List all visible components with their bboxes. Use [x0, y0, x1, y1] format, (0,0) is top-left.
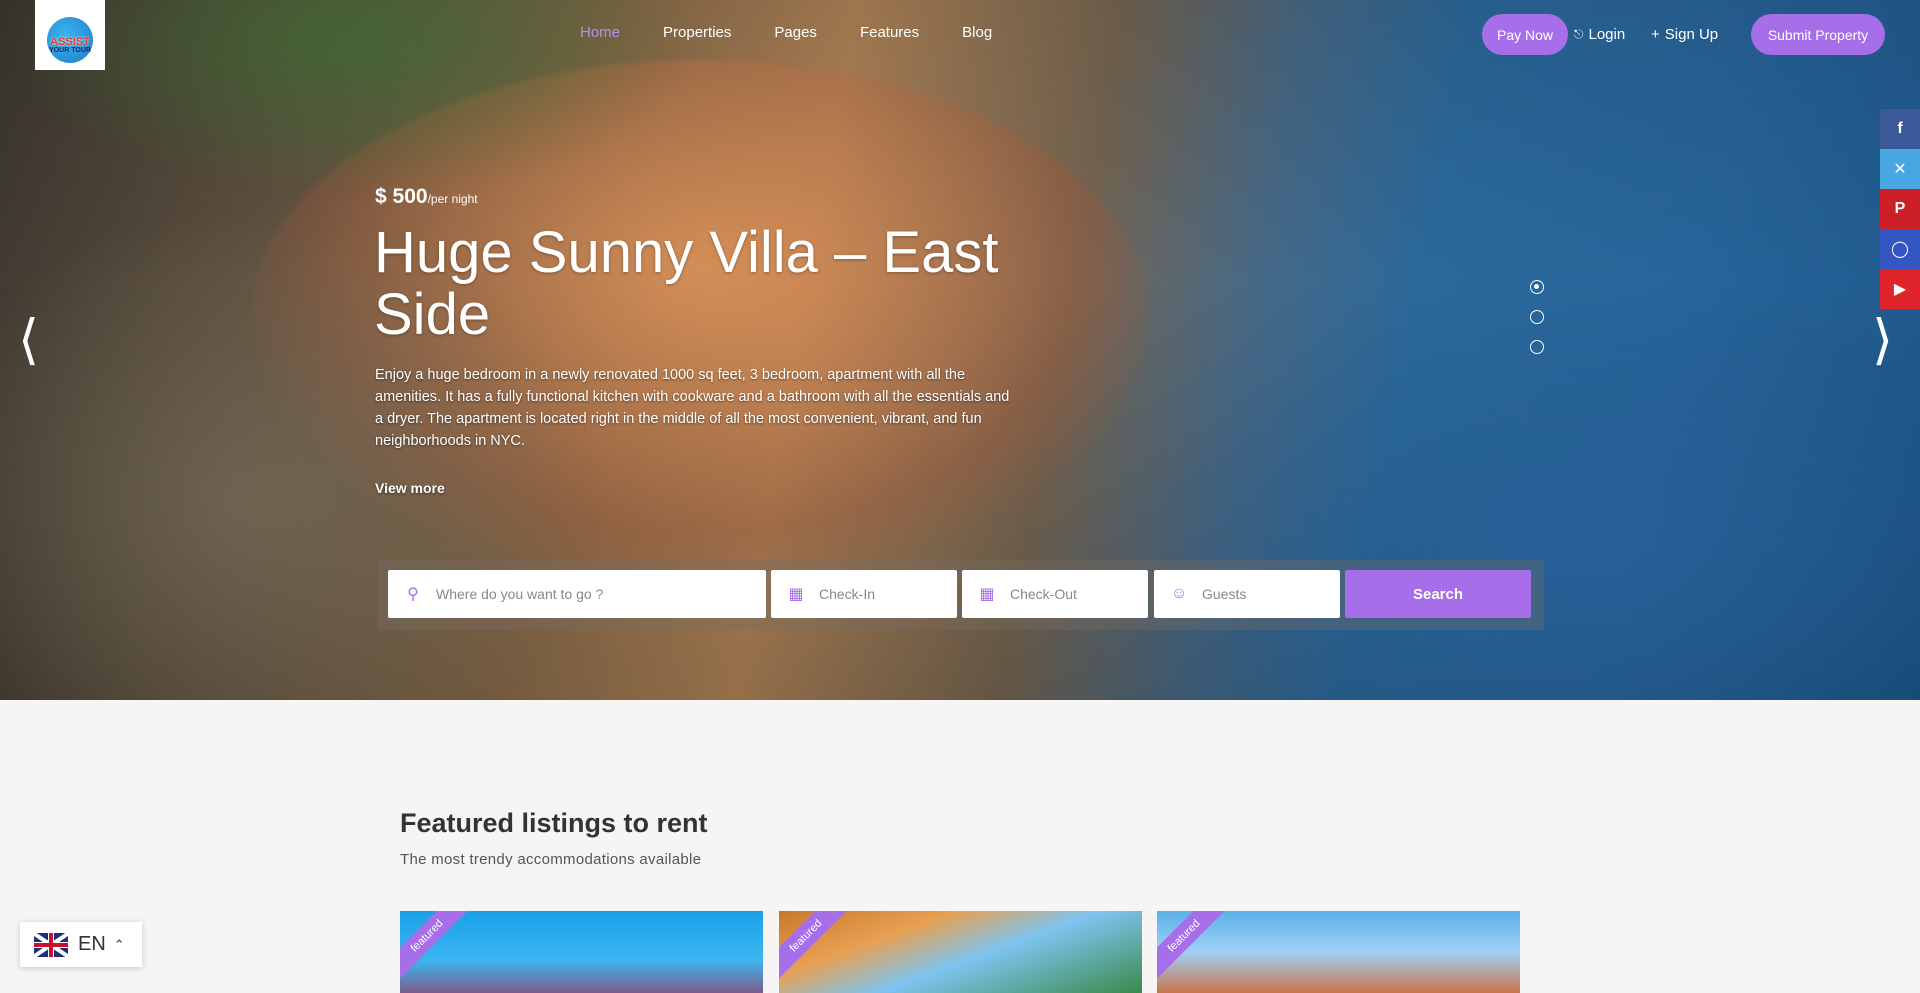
chevron-right-icon[interactable]: ⟩ — [1872, 313, 1893, 367]
section-title: Featured listings to rent — [400, 808, 708, 838]
listing-card[interactable]: featured — [779, 911, 1142, 993]
section-subtitle: The most trendy accommodations available — [400, 851, 702, 868]
slider-pagination — [1530, 280, 1544, 370]
view-more-link[interactable]: View more — [375, 480, 445, 496]
pinterest-icon[interactable]: P — [1880, 189, 1920, 229]
facebook-icon[interactable]: f — [1880, 109, 1920, 149]
lock-icon: ⎋ — [1574, 27, 1584, 41]
guests-placeholder: Guests — [1202, 586, 1247, 602]
hero-description: Enjoy a huge bedroom in a newly renovate… — [375, 367, 1010, 449]
featured-ribbon: featured — [779, 911, 853, 983]
search-bar: ⚲ Where do you want to go ? ▦ Check-In ▦… — [378, 560, 1544, 630]
featured-ribbon: featured — [400, 911, 474, 983]
search-button[interactable]: Search — [1345, 570, 1531, 618]
language-switcher[interactable]: EN ⌃ — [20, 922, 142, 967]
plus-icon: + — [1651, 26, 1660, 43]
login-link[interactable]: ⎋ Login — [1574, 26, 1625, 43]
guests-input[interactable]: ☺ Guests — [1154, 570, 1340, 618]
slide-dot-1[interactable] — [1530, 280, 1544, 294]
nav-blog[interactable]: Blog — [962, 24, 992, 41]
nav-home[interactable]: Home — [580, 24, 620, 41]
nav-pages[interactable]: Pages — [774, 24, 817, 41]
price-amount: $ 500 — [375, 185, 428, 208]
map-pin-icon: ⚲ — [407, 586, 419, 603]
pay-now-button[interactable]: Pay Now — [1482, 14, 1568, 55]
destination-input[interactable]: ⚲ Where do you want to go ? — [388, 570, 766, 618]
listing-card[interactable]: featured — [1157, 911, 1520, 993]
destination-placeholder: Where do you want to go ? — [436, 586, 604, 602]
nav-properties[interactable]: Properties — [663, 24, 731, 41]
nav-features[interactable]: Features — [860, 24, 919, 41]
instagram-icon[interactable]: ◯ — [1880, 229, 1920, 269]
main-nav: Home Properties Pages Features Blog — [580, 24, 1035, 41]
listing-card[interactable]: featured — [400, 911, 763, 993]
listing-price: $ 500/per night — [375, 185, 478, 209]
social-sidebar: f ✕ P ◯ ▶ — [1880, 109, 1920, 309]
submit-property-button[interactable]: Submit Property — [1751, 14, 1885, 55]
calendar-icon: ▦ — [979, 586, 995, 603]
featured-ribbon: featured — [1157, 911, 1231, 983]
logo-text: ASSIST — [50, 35, 90, 48]
x-icon[interactable]: ✕ — [1880, 149, 1920, 189]
price-period: /per night — [427, 192, 478, 206]
login-label: Login — [1588, 26, 1626, 43]
slide-dot-2[interactable] — [1530, 310, 1544, 324]
chevron-left-icon[interactable]: ⟨ — [18, 313, 39, 367]
chevron-up-icon: ⌃ — [113, 936, 125, 952]
calendar-icon: ▦ — [788, 586, 804, 603]
uk-flag-icon — [34, 932, 68, 957]
youtube-icon[interactable]: ▶ — [1880, 269, 1920, 309]
checkout-placeholder: Check-Out — [1010, 586, 1077, 602]
hero-title[interactable]: Huge Sunny Villa – East Side — [374, 222, 1054, 346]
checkin-input[interactable]: ▦ Check-In — [771, 570, 957, 618]
signup-label: Sign Up — [1664, 26, 1719, 43]
checkout-input[interactable]: ▦ Check-Out — [962, 570, 1148, 618]
logo-subtext: YOUR TOUR — [49, 46, 91, 54]
language-code: EN — [78, 933, 106, 955]
slide-dot-3[interactable] — [1530, 340, 1544, 354]
user-icon: ☺ — [1170, 585, 1188, 602]
checkin-placeholder: Check-In — [819, 586, 876, 602]
signup-link[interactable]: + Sign Up — [1651, 26, 1718, 43]
site-logo[interactable]: ASSIST YOUR TOUR — [35, 0, 105, 70]
